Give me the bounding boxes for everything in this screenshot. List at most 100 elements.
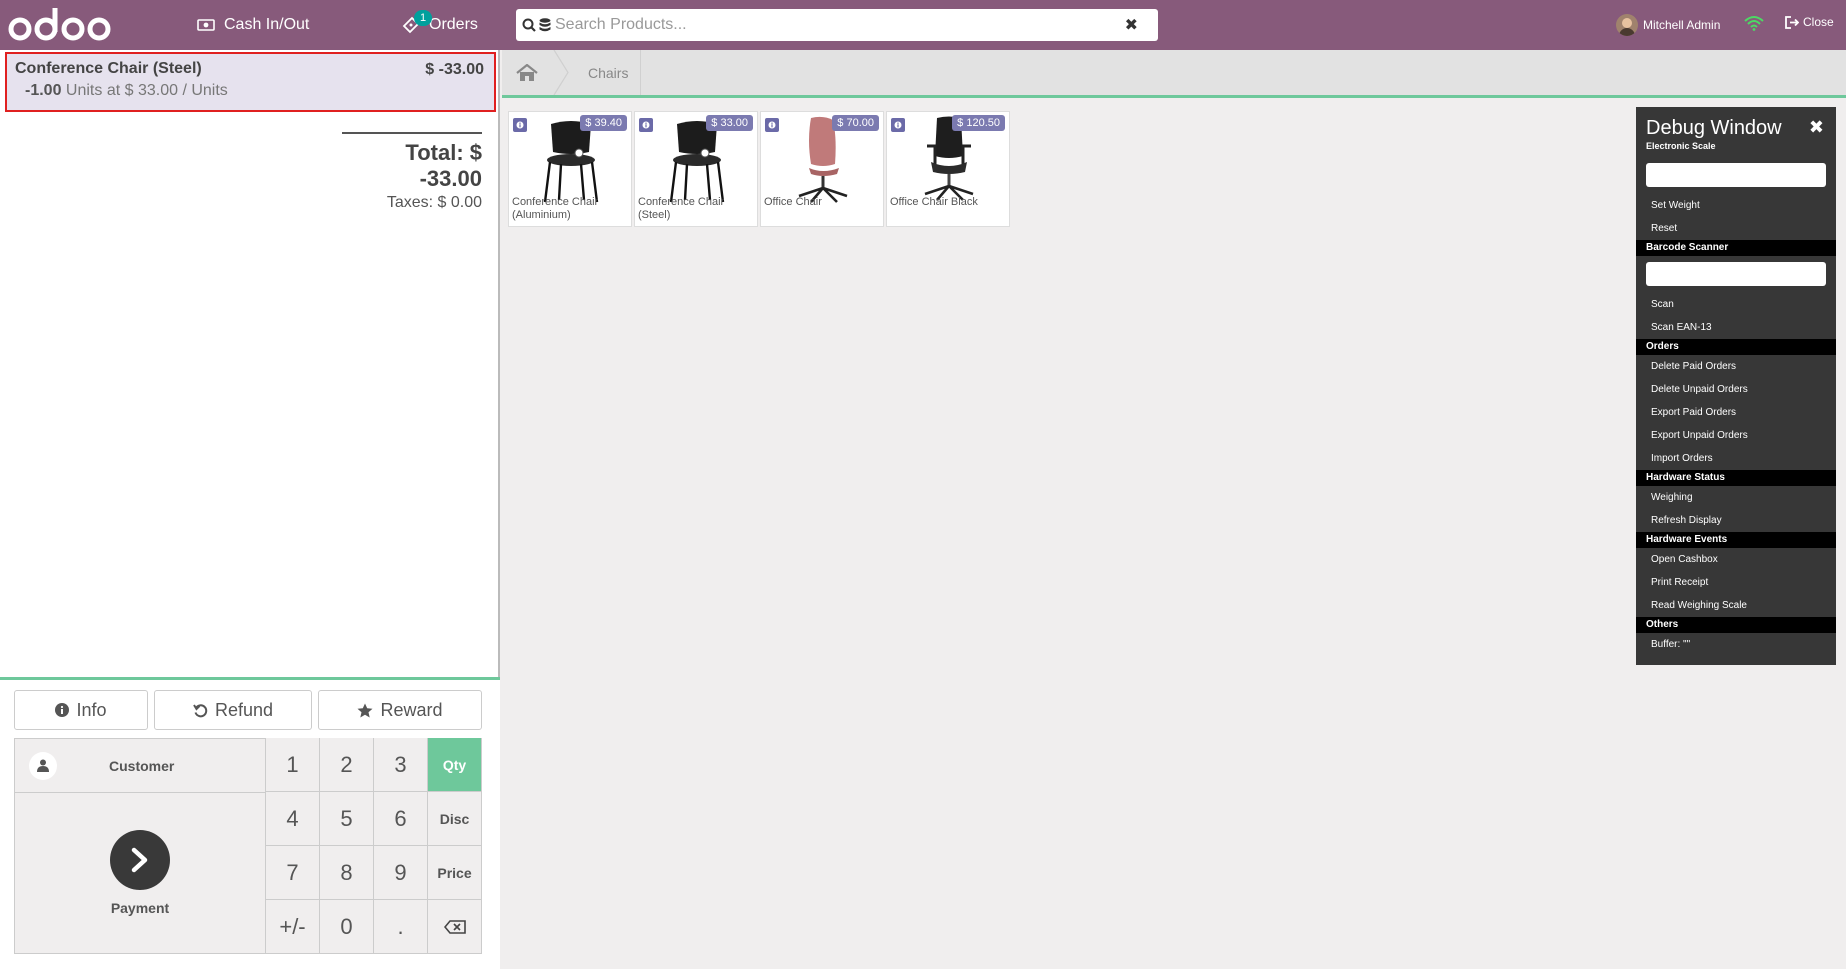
product-card[interactable]: $ 33.00 Conference Chair (Steel) <box>634 111 758 227</box>
numpad-key-1[interactable]: 1 <box>266 738 320 792</box>
mode-price-button[interactable]: Price <box>428 846 482 900</box>
customer-label: Customer <box>109 757 175 774</box>
orders-heading: Orders <box>1636 339 1836 355</box>
orderline-qty: -1.00 <box>25 82 62 99</box>
open-cashbox-button[interactable]: Open Cashbox <box>1636 548 1836 571</box>
wifi-icon <box>1744 16 1764 31</box>
odoo-logo <box>8 8 111 41</box>
chevron-right-icon <box>110 830 170 890</box>
numpad-key-0[interactable]: 0 <box>320 900 374 954</box>
product-info-icon[interactable] <box>891 118 905 132</box>
debug-window: Debug Window ✖ Electronic Scale Set Weig… <box>1636 107 1836 665</box>
numpad-key-6[interactable]: 6 <box>374 792 428 846</box>
numpad-key-3[interactable]: 3 <box>374 738 428 792</box>
product-card[interactable]: $ 39.40 Conference Chair (Aluminium) <box>508 111 632 227</box>
numpad-key-plus-minus[interactable]: +/- <box>266 900 320 954</box>
orderline-product-name: Conference Chair (Steel) <box>15 60 202 77</box>
product-card[interactable]: $ 120.50 Office Chair Black <box>886 111 1010 227</box>
reset-weight-button[interactable]: Reset <box>1636 217 1836 240</box>
buffer-value: Buffer: "" <box>1651 639 1691 650</box>
product-search-box: ✖ <box>516 9 1158 41</box>
info-button[interactable]: Info <box>14 690 148 730</box>
product-name: Office Chair Black <box>890 196 978 208</box>
product-price-tag: $ 70.00 <box>832 115 879 131</box>
backspace-icon <box>443 919 466 934</box>
weight-input[interactable] <box>1646 163 1826 187</box>
numpad-key-2[interactable]: 2 <box>320 738 374 792</box>
clear-search-icon[interactable]: ✖ <box>1125 15 1138 35</box>
order-pane: Conference Chair (Steel) $ -33.00 -1.00 … <box>0 50 500 969</box>
cash-in-out-button[interactable]: Cash In/Out <box>197 0 309 50</box>
numpad-key-8[interactable]: 8 <box>320 846 374 900</box>
info-label: Info <box>76 699 107 720</box>
database-icon <box>539 18 551 32</box>
breadcrumb-separator <box>553 50 569 95</box>
numpad: 1 2 3 Qty 4 5 6 Disc 7 8 9 Price +/- 0 . <box>266 738 482 954</box>
orders-button[interactable]: 1 Orders <box>402 0 478 50</box>
user-name: Mitchell Admin <box>1643 18 1721 32</box>
mode-disc-button[interactable]: Disc <box>428 792 482 846</box>
product-price-tag: $ 39.40 <box>580 115 627 131</box>
top-bar: Cash In/Out 1 Orders ✖ Mitchell Admin Cl… <box>0 0 1846 50</box>
numpad-key-5[interactable]: 5 <box>320 792 374 846</box>
close-session-button[interactable]: Close <box>1785 15 1834 29</box>
numpad-key-4[interactable]: 4 <box>266 792 320 846</box>
reward-label: Reward <box>380 699 443 720</box>
orders-count-badge: 1 <box>414 10 432 26</box>
customer-button[interactable]: Customer <box>15 739 265 793</box>
print-receipt-button[interactable]: Print Receipt <box>1636 571 1836 594</box>
scan-button[interactable]: Scan <box>1636 293 1836 316</box>
export-unpaid-orders-button[interactable]: Export Unpaid Orders <box>1636 424 1836 447</box>
scan-ean13-button[interactable]: Scan EAN-13 <box>1636 316 1836 339</box>
import-orders-button[interactable]: Import Orders <box>1636 447 1836 470</box>
debug-title: Debug Window <box>1646 117 1782 139</box>
sign-out-icon <box>1785 15 1799 29</box>
orderline-unit-info: Units at $ 33.00 / Units <box>65 82 228 99</box>
debug-close-icon[interactable]: ✖ <box>1809 117 1824 138</box>
orders-label: Orders <box>429 16 478 33</box>
backspace-button[interactable] <box>428 900 482 954</box>
order-taxes: Taxes: $ 0.00 <box>386 194 482 211</box>
product-name: Office Chair <box>764 196 822 208</box>
refund-button[interactable]: Refund <box>154 690 312 730</box>
product-info-icon[interactable] <box>513 118 527 132</box>
home-button[interactable] <box>502 50 552 95</box>
payment-label: Payment <box>110 900 170 916</box>
weighing-status[interactable]: Weighing <box>1636 486 1836 509</box>
numpad-key-decimal[interactable]: . <box>374 900 428 954</box>
barcode-input[interactable] <box>1646 262 1826 286</box>
search-input[interactable] <box>555 16 1125 34</box>
product-card[interactable]: $ 70.00 Office Chair <box>760 111 884 227</box>
export-paid-orders-button[interactable]: Export Paid Orders <box>1636 401 1836 424</box>
product-price-tag: $ 120.50 <box>952 115 1005 131</box>
set-weight-button[interactable]: Set Weight <box>1636 194 1836 217</box>
close-label: Close <box>1803 15 1834 29</box>
read-weighing-scale-button[interactable]: Read Weighing Scale <box>1636 594 1836 617</box>
star-icon <box>357 703 373 717</box>
refresh-display-button[interactable]: Refresh Display <box>1636 509 1836 532</box>
orderline-detail: -1.00 Units at $ 33.00 / Units <box>25 82 484 100</box>
delete-paid-orders-button[interactable]: Delete Paid Orders <box>1636 355 1836 378</box>
category-breadcrumb: Chairs <box>502 50 1846 98</box>
hardware-events-heading: Hardware Events <box>1636 532 1836 548</box>
barcode-scanner-heading: Barcode Scanner <box>1636 240 1836 256</box>
undo-icon <box>193 703 208 717</box>
delete-unpaid-orders-button[interactable]: Delete Unpaid Orders <box>1636 378 1836 401</box>
numpad-key-9[interactable]: 9 <box>374 846 428 900</box>
others-heading: Others <box>1636 617 1836 633</box>
product-info-icon[interactable] <box>765 118 779 132</box>
numpad-key-7[interactable]: 7 <box>266 846 320 900</box>
breadcrumb-chairs[interactable]: Chairs <box>576 50 642 95</box>
info-icon <box>55 703 70 717</box>
user-menu[interactable]: Mitchell Admin <box>1616 14 1720 36</box>
orderline-selected[interactable]: Conference Chair (Steel) $ -33.00 -1.00 … <box>5 52 496 112</box>
product-info-icon[interactable] <box>639 118 653 132</box>
cash-in-out-label: Cash In/Out <box>224 16 310 33</box>
refund-label: Refund <box>214 699 274 720</box>
reward-button[interactable]: Reward <box>318 690 482 730</box>
product-name: Conference Chair (Aluminium) <box>512 196 599 221</box>
mode-qty-button[interactable]: Qty <box>428 738 482 792</box>
payment-button[interactable]: Payment <box>15 793 265 953</box>
hardware-status-heading: Hardware Status <box>1636 470 1836 486</box>
electronic-scale-heading: Electronic Scale <box>1646 141 1716 151</box>
